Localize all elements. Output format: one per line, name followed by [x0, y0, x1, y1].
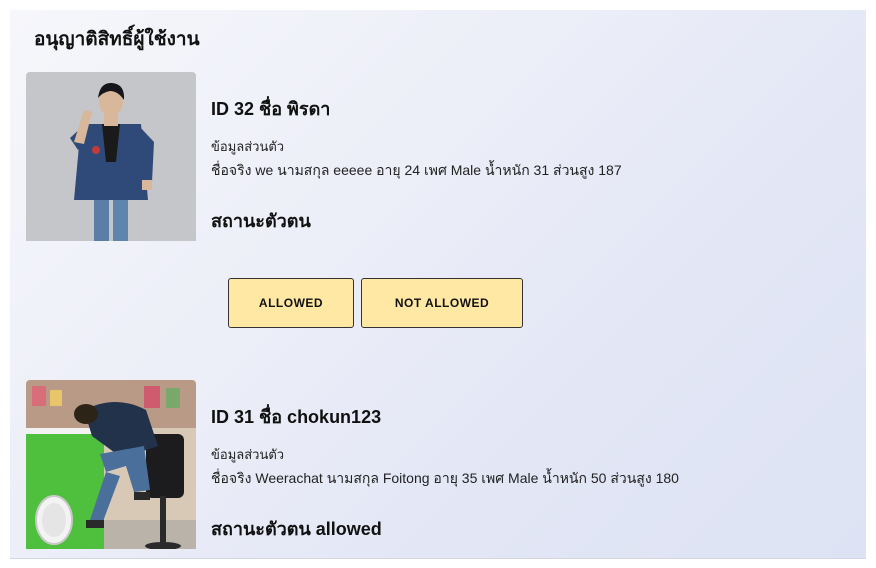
personal-info-detail: ชื่อจริง Weerachat นามสกุล Foitong อายุ …: [211, 470, 679, 486]
personal-info-detail: ชื่อจริง we นามสกุล eeeee อายุ 24 เพศ Ma…: [211, 162, 622, 178]
user-heading: ID 31 ชื่อ chokun123: [211, 407, 382, 427]
page-title: อนุญาติสิทธิ์ผู้ใช้งาน: [34, 29, 200, 50]
identity-status: สถานะตัวตน: [211, 211, 311, 231]
user-photo: [26, 380, 196, 549]
user-heading: ID 32 ชื่อ พิรดา: [211, 99, 331, 119]
allowed-button[interactable]: ALLOWED: [228, 278, 354, 328]
personal-info-label: ข้อมูลส่วนตัว: [211, 447, 285, 462]
identity-status: สถานะตัวตน allowed: [211, 519, 382, 539]
permission-panel: อนุญาติสิทธิ์ผู้ใช้งาน ID 32 ชื่อ พิรดา …: [10, 10, 866, 559]
personal-info-label: ข้อมูลส่วนตัว: [211, 139, 285, 154]
not-allowed-button[interactable]: NOT ALLOWED: [361, 278, 523, 328]
user-photo: [26, 72, 196, 241]
